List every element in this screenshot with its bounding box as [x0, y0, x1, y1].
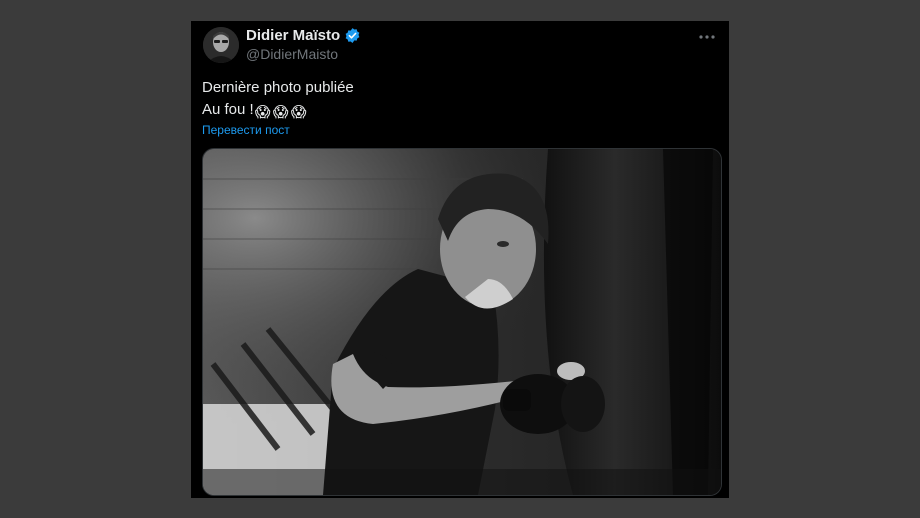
- tweet-text-line-2: Au fou !😱 😱 😱: [202, 99, 354, 121]
- tweet-text-line-1: Dernière photo publiée: [202, 79, 354, 96]
- scream-emoji-1: 😱: [254, 104, 271, 121]
- scream-emoji-3: 😱: [290, 104, 307, 121]
- profile-photo-icon: [203, 27, 239, 63]
- author-display-name[interactable]: Didier Maïsto: [246, 27, 340, 44]
- tweet-text-line-2-text: Au fou !: [202, 101, 254, 118]
- author-avatar[interactable]: [203, 27, 239, 63]
- author-handle[interactable]: @DidierMaisto: [246, 46, 338, 62]
- boxing-photo-icon: [203, 149, 721, 495]
- emoji-group: 😱 😱 😱: [254, 101, 308, 121]
- verified-badge-icon: [344, 27, 361, 44]
- tweet-media-photo[interactable]: [202, 148, 722, 496]
- translate-post-link[interactable]: Перевести пост: [202, 123, 290, 137]
- scream-emoji-2: 😱: [272, 104, 289, 121]
- tweet-text: Dernière photo publiée Au fou !😱 😱 😱: [202, 77, 354, 121]
- author-name-row: Didier Maïsto: [246, 27, 361, 44]
- more-options-icon[interactable]: [697, 27, 717, 47]
- tweet-card[interactable]: Didier Maïsto @DidierMaisto Dernière pho…: [191, 21, 729, 498]
